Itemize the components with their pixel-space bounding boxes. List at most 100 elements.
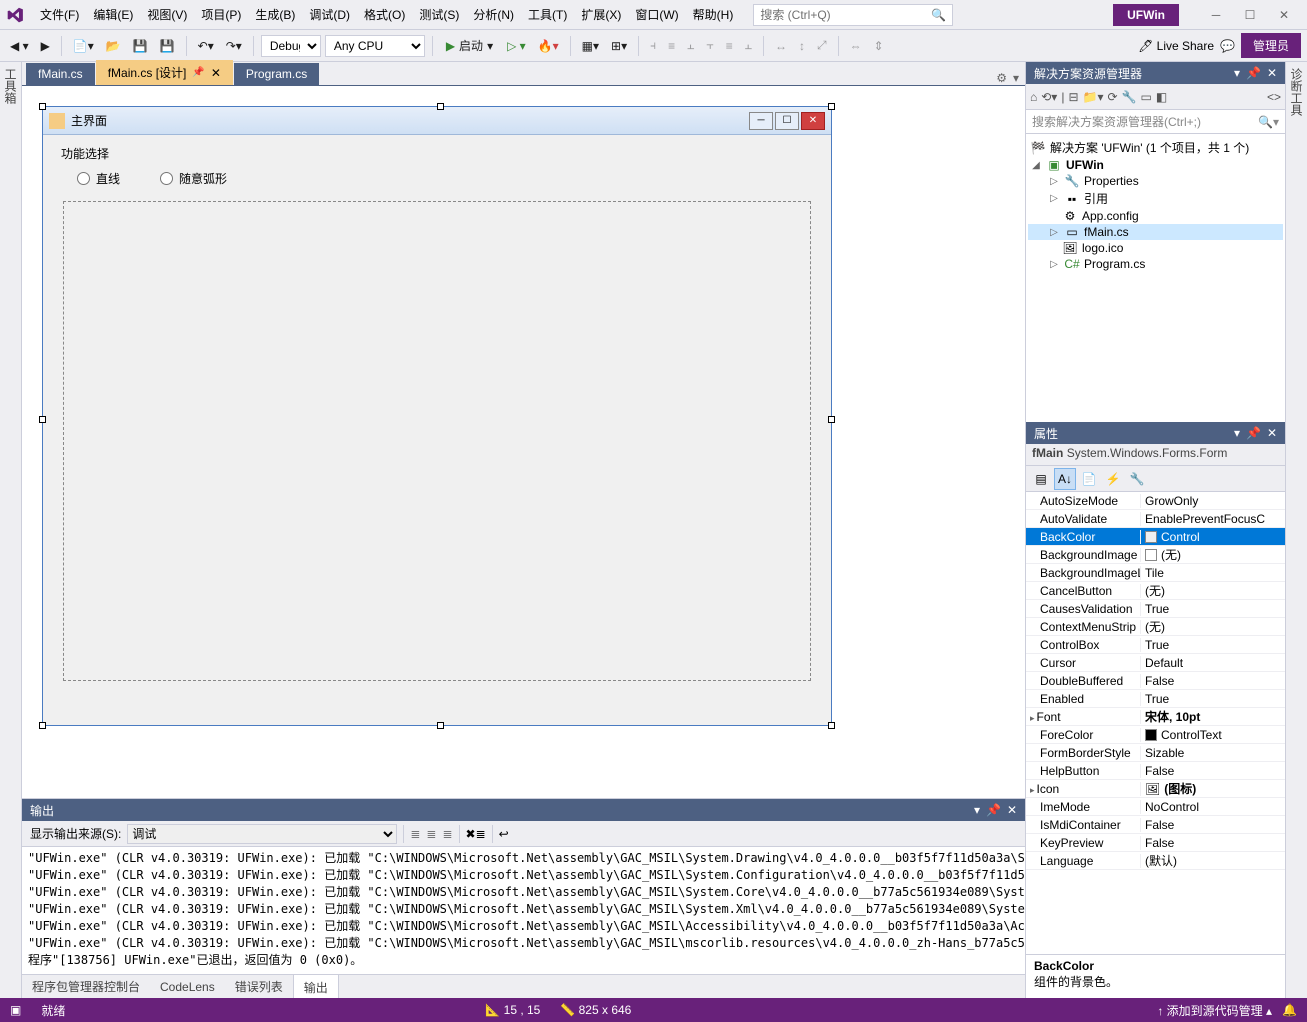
feedback-button[interactable]: 💬 — [1220, 39, 1235, 53]
radio-line[interactable]: 直线 — [77, 170, 120, 187]
output-next-button[interactable]: ≣ — [442, 827, 452, 841]
property-row[interactable]: AutoSizeModeGrowOnly — [1026, 492, 1285, 510]
output-goto-button[interactable]: ≣ — [410, 827, 420, 841]
show-code-icon[interactable]: ◧ — [1156, 90, 1167, 104]
undo-button[interactable]: ↶▾ — [194, 37, 218, 55]
panel-close-icon[interactable]: ✕ — [1267, 426, 1277, 440]
property-row[interactable]: KeyPreviewFalse — [1026, 834, 1285, 852]
sync-icon[interactable]: ⟲▾ — [1041, 90, 1057, 104]
resize-handle[interactable] — [437, 103, 444, 110]
menu-item[interactable]: 编辑(E) — [87, 2, 139, 27]
alphabetical-button[interactable]: A↓ — [1054, 468, 1076, 490]
resize-handle[interactable] — [39, 722, 46, 729]
panel-placeholder[interactable] — [63, 201, 811, 681]
categorized-button[interactable]: ▤ — [1030, 468, 1052, 490]
solution-explorer-header[interactable]: 解决方案资源管理器 ▾📌✕ — [1026, 62, 1285, 84]
property-row[interactable]: Language(默认) — [1026, 852, 1285, 870]
property-row[interactable]: IsMdiContainerFalse — [1026, 816, 1285, 834]
property-row[interactable]: ContextMenuStrip(无) — [1026, 618, 1285, 636]
tab-overflow-icon[interactable]: ⚙ — [996, 71, 1007, 85]
notifications-icon[interactable]: 🔔 — [1282, 1003, 1297, 1017]
new-button[interactable]: 📄▾ — [69, 37, 98, 55]
tab-fmain-cs[interactable]: fMain.cs — [26, 63, 95, 85]
layout-button[interactable]: ▦▾ — [578, 37, 603, 55]
property-row[interactable]: BackgroundImageLTile — [1026, 564, 1285, 582]
tree-item-properties[interactable]: ▷🔧Properties — [1028, 173, 1283, 189]
designed-form[interactable]: 主界面 ─ ☐ ✕ 功能选择 直线 随意弧形 — [42, 106, 832, 726]
hot-reload-button[interactable]: 🔥▾ — [534, 37, 563, 55]
menu-item[interactable]: 生成(B) — [249, 2, 301, 27]
menu-item[interactable]: 工具(T) — [522, 2, 573, 27]
menu-item[interactable]: 视图(V) — [141, 2, 193, 27]
resize-handle[interactable] — [828, 722, 835, 729]
bottom-tab[interactable]: 输出 — [293, 974, 339, 1000]
forward-button[interactable]: ▶ — [37, 37, 54, 55]
tree-item-logo[interactable]: 🖼logo.ico — [1028, 240, 1283, 256]
platform-select[interactable]: Any CPU — [325, 35, 425, 57]
properties-object-selector[interactable]: fMain System.Windows.Forms.Form — [1026, 444, 1285, 466]
menu-item[interactable]: 文件(F) — [34, 2, 85, 27]
form-client-area[interactable]: 功能选择 直线 随意弧形 — [43, 135, 831, 725]
tree-item-program[interactable]: ▷C#Program.cs — [1028, 256, 1283, 272]
properties-header[interactable]: 属性 ▾📌✕ — [1026, 422, 1285, 444]
property-row[interactable]: EnabledTrue — [1026, 690, 1285, 708]
close-button[interactable]: ✕ — [1267, 3, 1301, 27]
output-header[interactable]: 输出 ▾📌✕ — [22, 799, 1025, 821]
property-row[interactable]: Font宋体, 10pt — [1026, 708, 1285, 726]
property-row[interactable]: DoubleBufferedFalse — [1026, 672, 1285, 690]
property-row[interactable]: Icon🖼(图标) — [1026, 780, 1285, 798]
menu-item[interactable]: 测试(S) — [413, 2, 465, 27]
admin-badge[interactable]: 管理员 — [1241, 33, 1301, 58]
property-row[interactable]: CancelButton(无) — [1026, 582, 1285, 600]
resize-handle[interactable] — [828, 416, 835, 423]
data-sources-tab[interactable]: 数据源 — [0, 78, 2, 992]
panel-pin-icon[interactable]: 📌 — [1246, 66, 1261, 80]
left-tool-rail[interactable]: 工具箱 数据源 — [0, 62, 22, 998]
events-button[interactable]: ⚡ — [1102, 468, 1124, 490]
tree-item-fmain[interactable]: ▷▭fMain.cs — [1028, 224, 1283, 240]
property-row[interactable]: FormBorderStyleSizable — [1026, 744, 1285, 762]
save-all-button[interactable]: 💾 — [156, 37, 179, 55]
menu-item[interactable]: 分析(N) — [467, 2, 520, 27]
show-all-icon[interactable]: 📁▾ — [1083, 90, 1104, 104]
property-row[interactable]: ForeColorControlText — [1026, 726, 1285, 744]
properties-icon[interactable]: 🔧 — [1122, 90, 1137, 104]
source-control-button[interactable]: ↑ 添加到源代码管理 ▴ — [1157, 1002, 1272, 1019]
minimize-button[interactable]: ─ — [1199, 3, 1233, 27]
solution-search[interactable]: 搜索解决方案资源管理器(Ctrl+;) 🔍▾ — [1026, 110, 1285, 134]
panel-pin-icon[interactable]: 📌 — [1246, 426, 1261, 440]
property-pages-button[interactable]: 🔧 — [1126, 468, 1148, 490]
tab-program-cs[interactable]: Program.cs — [234, 63, 319, 85]
grid-button[interactable]: ⊞▾ — [607, 37, 631, 55]
output-clear-button[interactable]: ✖≣ — [466, 827, 486, 841]
tree-item-references[interactable]: ▷▪▪引用 — [1028, 189, 1283, 208]
resize-handle[interactable] — [39, 103, 46, 110]
tab-dropdown-icon[interactable]: ▾ — [1013, 71, 1019, 85]
diagnostics-tab[interactable]: 诊断工具 — [1288, 68, 1305, 992]
property-row[interactable]: ImeModeNoControl — [1026, 798, 1285, 816]
maximize-button[interactable]: ☐ — [1233, 3, 1267, 27]
property-row[interactable]: ControlBoxTrue — [1026, 636, 1285, 654]
menu-item[interactable]: 帮助(H) — [687, 2, 740, 27]
output-wrap-button[interactable]: ↩ — [499, 827, 509, 841]
property-row[interactable]: HelpButtonFalse — [1026, 762, 1285, 780]
config-select[interactable]: Debug — [261, 35, 321, 57]
solution-node[interactable]: 🏁解决方案 'UFWin' (1 个项目，共 1 个) — [1028, 138, 1283, 157]
panel-pin-icon[interactable]: 📌 — [986, 803, 1001, 817]
property-row[interactable]: CausesValidationTrue — [1026, 600, 1285, 618]
quick-search[interactable]: 搜索 (Ctrl+Q) 🔍 — [753, 4, 953, 26]
right-tool-rail[interactable]: 诊断工具 — [1285, 62, 1307, 998]
property-row[interactable]: AutoValidateEnablePreventFocusC — [1026, 510, 1285, 528]
bottom-tab[interactable]: 程序包管理器控制台 — [22, 974, 150, 999]
menu-item[interactable]: 扩展(X) — [575, 2, 627, 27]
view-code-icon[interactable]: <> — [1267, 90, 1281, 104]
resize-handle[interactable] — [437, 722, 444, 729]
preview-icon[interactable]: ▭ — [1141, 90, 1152, 104]
menu-item[interactable]: 项目(P) — [195, 2, 247, 27]
output-source-select[interactable]: 调试 — [127, 824, 397, 844]
output-prev-button[interactable]: ≣ — [426, 827, 436, 841]
tab-fmain-design[interactable]: fMain.cs [设计] 📌 ✕ — [96, 60, 233, 85]
menu-item[interactable]: 调试(D) — [303, 2, 356, 27]
refresh-icon[interactable]: ⟳ — [1107, 90, 1117, 104]
panel-dropdown-icon[interactable]: ▾ — [1234, 66, 1240, 80]
